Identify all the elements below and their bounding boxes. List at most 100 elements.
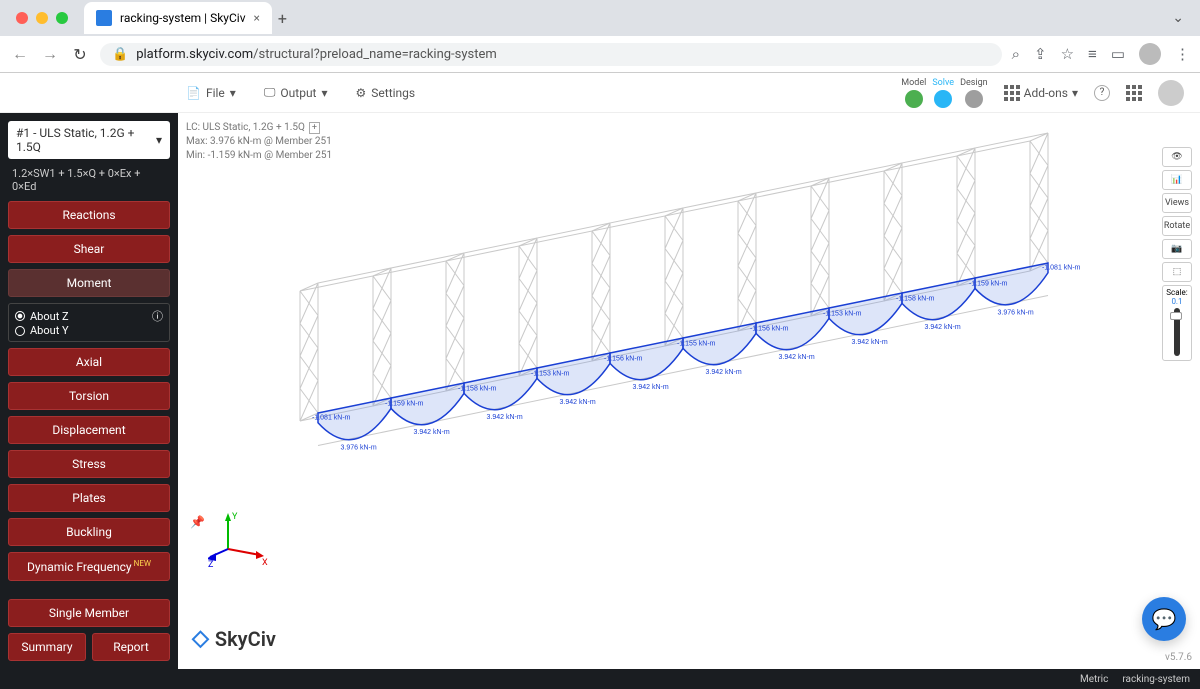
file-menu[interactable]: 📄File▾ [186, 85, 236, 100]
svg-text:3.976 kN-m: 3.976 kN-m [998, 309, 1034, 316]
results-sidebar: #1 - ULS Static, 1.2G + 1.5Q▾ 1.2×SW1 + … [0, 113, 178, 669]
mode-model[interactable]: Model [901, 78, 926, 108]
reload-button[interactable]: ↻ [70, 45, 90, 64]
svg-text:3.976 kN-m: 3.976 kN-m [341, 444, 377, 451]
menu-icon[interactable]: ⋮ [1175, 45, 1190, 63]
dyn-freq-button[interactable]: Dynamic FrequencyNEW [8, 552, 170, 581]
moment-axis-options: About Zⓘ About Y [8, 303, 170, 342]
project-label[interactable]: racking-system [1122, 674, 1190, 685]
svg-text:-1.159 kN-m: -1.159 kN-m [385, 400, 424, 407]
url-host: platform.skyciv.com [136, 47, 253, 62]
svg-text:-1.081 kN-m: -1.081 kN-m [312, 415, 351, 422]
report-button[interactable]: Report [92, 633, 170, 661]
addons-menu[interactable]: Add-ons▾ [1004, 85, 1078, 101]
monitor-icon: 🖵 [264, 85, 276, 100]
bookmark-icon[interactable]: ☆ [1061, 45, 1074, 63]
visibility-button[interactable]: 👁 [1162, 147, 1192, 167]
logo-icon: ◇ [192, 626, 209, 651]
displacement-button[interactable]: Displacement [8, 416, 170, 444]
panel-icon[interactable]: ▭ [1111, 45, 1125, 63]
tab-title: racking-system | SkyCiv [120, 11, 246, 25]
new-tab-button[interactable]: + [278, 9, 287, 28]
load-combo-select[interactable]: #1 - ULS Static, 1.2G + 1.5Q▾ [8, 121, 170, 159]
svg-text:3.942 kN-m: 3.942 kN-m [487, 414, 523, 421]
svg-text:3.942 kN-m: 3.942 kN-m [633, 384, 669, 391]
mode-solve[interactable]: Solve [932, 78, 954, 108]
summary-button[interactable]: Summary [8, 633, 86, 661]
reactions-button[interactable]: Reactions [8, 201, 170, 229]
svg-text:Y: Y [232, 512, 238, 522]
scale-control[interactable]: Scale: 0.1 [1162, 285, 1192, 361]
svg-text:3.942 kN-m: 3.942 kN-m [560, 399, 596, 406]
file-icon: 📄 [186, 86, 201, 100]
rotate-button[interactable]: Rotate [1162, 216, 1192, 236]
skyciv-logo: ◇ SkyCiv [192, 626, 276, 651]
new-badge: NEW [134, 559, 151, 568]
pin-icon[interactable]: 📌 [190, 515, 205, 529]
buckling-button[interactable]: Buckling [8, 518, 170, 546]
app-toolbar: 📄File▾ 🖵Output▾ ⚙Settings Model Solve De… [0, 73, 1200, 113]
close-window-icon[interactable] [16, 12, 28, 24]
moment-button[interactable]: Moment [8, 269, 170, 297]
svg-text:Z: Z [208, 560, 214, 569]
svg-text:-1.081 kN-m: -1.081 kN-m [1042, 265, 1081, 272]
svg-text:-1.156 kN-m: -1.156 kN-m [604, 355, 643, 362]
about-z-radio[interactable]: About Zⓘ [15, 308, 163, 324]
help-icon[interactable]: ? [1094, 85, 1110, 101]
torsion-button[interactable]: Torsion [8, 382, 170, 410]
svg-text:3.942 kN-m: 3.942 kN-m [706, 369, 742, 376]
apps-launcher-icon[interactable] [1126, 85, 1142, 101]
chat-button[interactable]: 💬 [1142, 597, 1186, 641]
about-y-radio[interactable]: About Y [15, 324, 163, 337]
tabs-chevron-icon[interactable]: ⌄ [1172, 10, 1184, 26]
forward-button[interactable]: → [40, 44, 60, 64]
svg-text:-1.153 kN-m: -1.153 kN-m [823, 310, 862, 317]
scale-slider[interactable] [1174, 308, 1180, 356]
url-path: /structural?preload_name=racking-system [253, 47, 497, 62]
model-canvas[interactable]: LC: ULS Static, 1.2G + 1.5Q+ Max: 3.976 … [178, 113, 1200, 669]
chevron-down-icon: ▾ [321, 86, 327, 100]
shear-button[interactable]: Shear [8, 235, 170, 263]
camera-button[interactable]: 📷 [1162, 239, 1192, 259]
output-menu[interactable]: 🖵Output▾ [264, 85, 328, 100]
views-button[interactable]: Views [1162, 193, 1192, 213]
search-icon[interactable]: ⌕ [1012, 45, 1020, 63]
apps-grid-icon [1004, 85, 1020, 101]
load-combo-formula: 1.2×SW1 + 1.5×Q + 0×Ex + 0×Ed [8, 165, 170, 195]
extensions-icon[interactable]: ≡ [1088, 45, 1097, 63]
svg-text:-1.156 kN-m: -1.156 kN-m [750, 325, 789, 332]
plates-button[interactable]: Plates [8, 484, 170, 512]
favicon [96, 10, 112, 26]
back-button[interactable]: ← [10, 44, 30, 64]
user-avatar[interactable] [1158, 80, 1184, 106]
chart-button[interactable]: 📊 [1162, 170, 1192, 190]
svg-text:3.942 kN-m: 3.942 kN-m [779, 354, 815, 361]
share-icon[interactable]: ⇪ [1034, 45, 1047, 63]
stress-button[interactable]: Stress [8, 450, 170, 478]
info-icon[interactable]: ⓘ [152, 308, 163, 324]
axial-button[interactable]: Axial [8, 348, 170, 376]
svg-text:3.942 kN-m: 3.942 kN-m [925, 324, 961, 331]
box-button[interactable]: ⬚ [1162, 262, 1192, 282]
svg-text:-1.158 kN-m: -1.158 kN-m [458, 385, 497, 392]
minimize-window-icon[interactable] [36, 12, 48, 24]
gear-icon: ⚙ [356, 86, 367, 100]
address-bar[interactable]: 🔒 platform.skyciv.com/structural?preload… [100, 43, 1002, 66]
mode-design[interactable]: Design [960, 78, 988, 108]
window-controls[interactable] [8, 12, 76, 24]
maximize-window-icon[interactable] [56, 12, 68, 24]
viewport-tools: 👁 📊 Views Rotate 📷 ⬚ Scale: 0.1 [1162, 147, 1192, 361]
svg-text:X: X [262, 558, 268, 568]
svg-text:-1.153 kN-m: -1.153 kN-m [531, 370, 570, 377]
svg-text:3.942 kN-m: 3.942 kN-m [852, 339, 888, 346]
lock-icon: 🔒 [112, 47, 128, 62]
structure-viewport: -1.081 kN-m 3.976 kN-m -1.159 kN-m 3.942 kN… [178, 113, 1200, 673]
settings-menu[interactable]: ⚙Settings [356, 85, 416, 100]
svg-text:-1.159 kN-m: -1.159 kN-m [969, 280, 1008, 287]
profile-avatar[interactable] [1139, 43, 1161, 65]
units-label[interactable]: Metric [1080, 674, 1108, 685]
svg-text:3.942 kN-m: 3.942 kN-m [414, 429, 450, 436]
single-member-button[interactable]: Single Member [8, 599, 170, 627]
browser-tab[interactable]: racking-system | SkyCiv × [84, 2, 272, 34]
close-tab-icon[interactable]: × [254, 11, 260, 25]
